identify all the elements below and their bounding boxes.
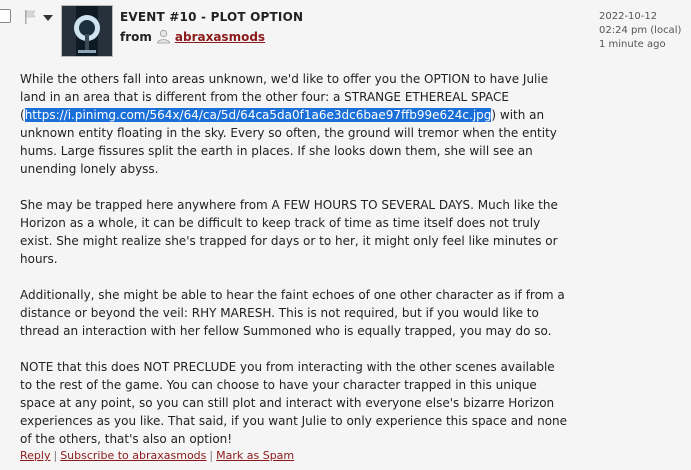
- avatar[interactable]: [61, 5, 113, 57]
- paragraph-2: She may be trapped here anywhere from A …: [20, 198, 558, 266]
- post-title: EVENT #10 - PLOT OPTION: [120, 10, 304, 24]
- post-body: While the others fall into areas unknown…: [20, 70, 570, 466]
- image-link[interactable]: https://i.pinimg.com/564x/64/ca/5d/64ca5…: [24, 108, 492, 122]
- post-time: 02:24 pm (local): [599, 25, 682, 36]
- post-author: from abraxasmods: [120, 29, 265, 44]
- from-label: from: [120, 29, 152, 44]
- username-link[interactable]: abraxasmods: [175, 30, 265, 44]
- paragraph-1: While the others fall into areas unknown…: [20, 70, 570, 178]
- paragraph-4: NOTE that this does NOT PRECLUDE you fro…: [20, 360, 568, 446]
- user-icon: [156, 29, 170, 44]
- paragraph-3: Additionally, she might be able to hear …: [20, 288, 565, 338]
- separator: |: [53, 449, 58, 462]
- chevron-down-icon[interactable]: [43, 14, 53, 22]
- post-ago: 1 minute ago: [599, 39, 666, 50]
- avatar-image: [62, 6, 112, 56]
- reply-link[interactable]: Reply: [20, 449, 50, 462]
- post-meta: 2022-10-12 02:24 pm (local) 1 minute ago: [599, 10, 681, 52]
- post-actions: Reply | Subscribe to abraxasmods | Mark as S…: [20, 449, 294, 462]
- select-checkbox[interactable]: [0, 9, 11, 23]
- subscribe-link[interactable]: Subscribe to abraxasmods: [60, 449, 206, 462]
- post-date: 2022-10-12: [599, 11, 658, 22]
- flag-icon[interactable]: [24, 10, 36, 24]
- mark-spam-link[interactable]: Mark as Spam: [216, 449, 294, 462]
- separator: |: [209, 449, 214, 462]
